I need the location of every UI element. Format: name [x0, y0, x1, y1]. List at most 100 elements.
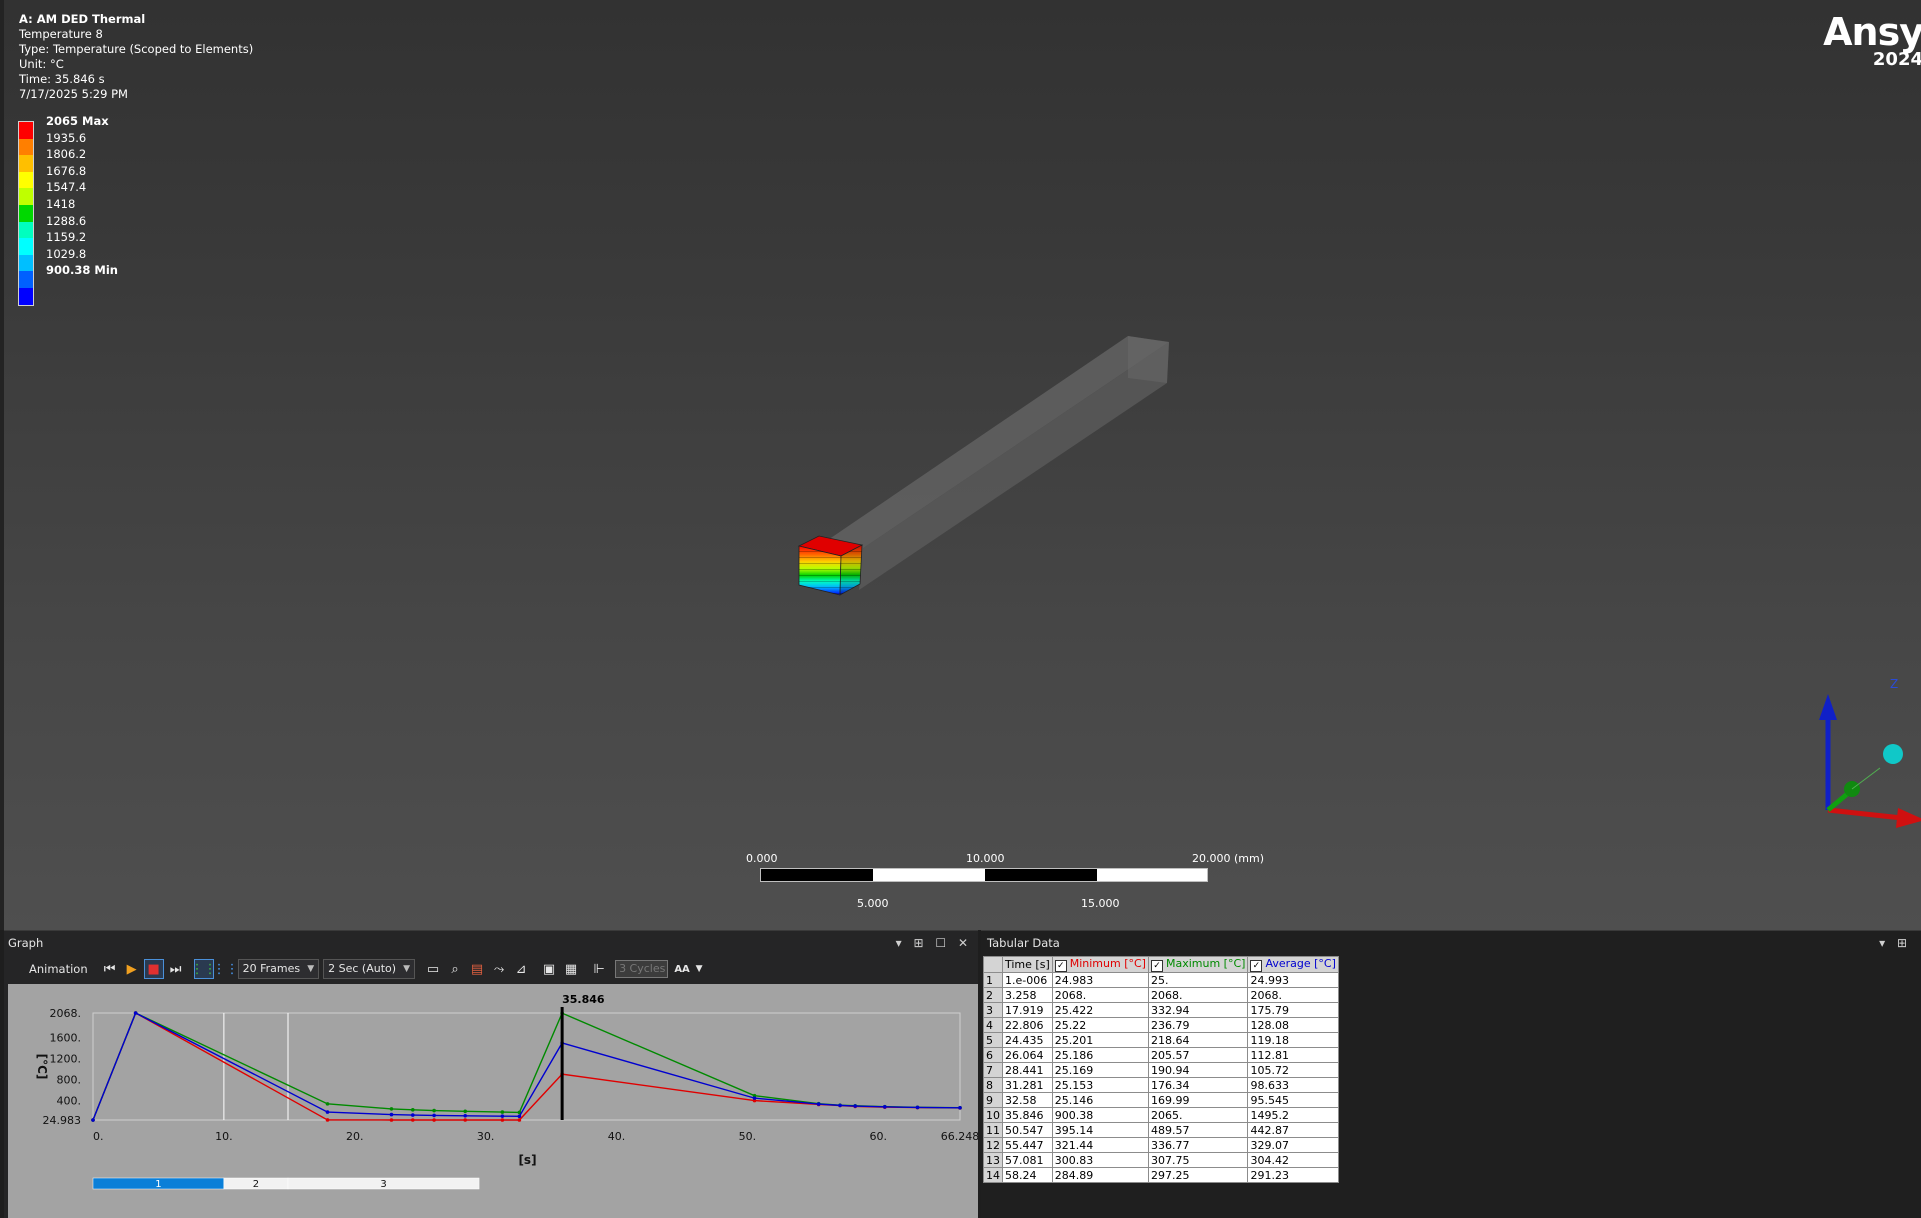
table-row[interactable]: 9 32.58 25.146 169.99 95.545 [983, 1092, 1339, 1108]
table-row[interactable]: 8 31.281 25.153 176.34 98.633 [983, 1077, 1339, 1093]
table-cell[interactable]: 205.57 [1147, 1047, 1249, 1063]
table-cell[interactable]: 26.064 [1002, 1047, 1053, 1063]
table-cell[interactable]: 112.81 [1247, 1047, 1339, 1063]
antialias-label[interactable]: AA [672, 959, 692, 979]
duration-dropdown[interactable]: 2 Sec (Auto) ▼ [323, 959, 416, 979]
checkbox-checked-icon[interactable]: ✓ [1150, 960, 1163, 972]
cycles-toggle-icon[interactable]: ⊩ [589, 959, 609, 979]
table-row[interactable]: 5 24.435 25.201 218.64 119.18 [983, 1032, 1339, 1048]
table-cell[interactable]: 329.07 [1247, 1137, 1339, 1153]
table-cell[interactable]: 336.77 [1147, 1137, 1249, 1153]
table-cell[interactable]: 3.258 [1002, 987, 1053, 1003]
tabular-data-grid[interactable]: Time [s] ✓ Minimum [°C] ✓ Maximum [°C] ✓ Av… [983, 956, 1339, 1183]
table-row[interactable]: 10 35.846 900.38 2065. 1495.2 [983, 1107, 1339, 1123]
table-cell[interactable]: 22.806 [1002, 1017, 1053, 1033]
table-cell[interactable]: 25. [1147, 972, 1249, 988]
coordinate-triad[interactable]: Z [1812, 672, 1921, 832]
column-header-minimum[interactable]: ✓ Minimum [°C] [1051, 956, 1149, 973]
table-row[interactable]: 14 58.24 284.89 297.25 291.23 [983, 1167, 1339, 1183]
result-sets-icon[interactable]: ⋮⋮ [213, 959, 239, 979]
table-cell[interactable]: 176.34 [1147, 1077, 1249, 1093]
table-cell[interactable]: 25.186 [1051, 1047, 1149, 1063]
cycles-field[interactable]: 3 Cycles [615, 960, 669, 978]
checkbox-checked-icon[interactable]: ✓ [1054, 960, 1067, 972]
chart-probe-icon[interactable]: ⊿ [511, 959, 531, 979]
table-cell[interactable]: 900.38 [1051, 1107, 1149, 1123]
table-cell[interactable]: 28.441 [1002, 1062, 1053, 1078]
table-cell[interactable]: 2065. [1147, 1107, 1249, 1123]
panel-pin-icon[interactable]: ⊞ [913, 936, 923, 950]
table-row[interactable]: 13 57.081 300.83 307.75 304.42 [983, 1152, 1339, 1168]
export-video-icon[interactable]: ▭ [423, 959, 443, 979]
table-cell[interactable]: 307.75 [1147, 1152, 1249, 1168]
table-cell[interactable]: 332.94 [1147, 1002, 1249, 1018]
table-cell[interactable]: 395.14 [1051, 1122, 1149, 1138]
play-icon[interactable]: ▶ [122, 959, 142, 979]
table-cell[interactable]: 24.983 [1051, 972, 1149, 988]
first-frame-icon[interactable]: ⏮ [100, 959, 120, 979]
graphics-viewport[interactable]: A: AM DED Thermal Temperature 8 Type: Te… [4, 0, 1921, 930]
panel-close-icon[interactable]: ✕ [958, 936, 968, 950]
zoom-to-fit-icon[interactable]: ⌕ [445, 959, 465, 979]
column-header-average[interactable]: ✓ Average [°C] [1247, 956, 1339, 973]
table-cell[interactable]: 25.169 [1051, 1062, 1149, 1078]
table-cell[interactable]: 119.18 [1247, 1032, 1339, 1048]
table-row[interactable]: 6 26.064 25.186 205.57 112.81 [983, 1047, 1339, 1063]
model-geometry[interactable] [4, 0, 1921, 930]
image-copy-icon[interactable]: ▣ [539, 959, 559, 979]
table-row[interactable]: 1 1.e-006 24.983 25. 24.993 [983, 972, 1339, 988]
table-row[interactable]: 2 3.258 2068. 2068. 2068. [983, 987, 1339, 1003]
table-cell[interactable]: 25.146 [1051, 1092, 1149, 1108]
table-cell[interactable]: 2068. [1147, 987, 1249, 1003]
table-cell[interactable]: 304.42 [1247, 1152, 1339, 1168]
table-cell[interactable]: 218.64 [1147, 1032, 1249, 1048]
table-cell[interactable]: 236.79 [1147, 1017, 1249, 1033]
table-row[interactable]: 4 22.806 25.22 236.79 128.08 [983, 1017, 1339, 1033]
column-header-maximum[interactable]: ✓ Maximum [°C] [1147, 956, 1249, 973]
panel-menu-dropdown-icon[interactable]: ▾ [896, 936, 902, 950]
table-cell[interactable]: 2068. [1247, 987, 1339, 1003]
table-cell[interactable]: 50.547 [1002, 1122, 1053, 1138]
table-cell[interactable]: 105.72 [1247, 1062, 1339, 1078]
table-cell[interactable]: 291.23 [1247, 1167, 1339, 1183]
curve-fit-icon[interactable]: ⤳ [489, 959, 509, 979]
panel-maximize-icon[interactable]: ☐ [935, 936, 946, 950]
table-cell[interactable]: 489.57 [1147, 1122, 1249, 1138]
column-header-time[interactable]: Time [s] [1002, 956, 1053, 973]
time-history-chart[interactable]: 24.983 400. 800. 1200. 1600. 2068. 0. 10. 20. 30.… [4, 982, 978, 1218]
stop-icon[interactable]: ■ [143, 959, 164, 979]
table-cell[interactable]: 169.99 [1147, 1092, 1249, 1108]
legend-toggle-icon[interactable]: ▤ [467, 959, 487, 979]
table-cell[interactable]: 300.83 [1051, 1152, 1149, 1168]
table-cell[interactable]: 284.89 [1051, 1167, 1149, 1183]
panel-pin-icon[interactable]: ⊞ [1897, 936, 1907, 950]
frames-dropdown[interactable]: 20 Frames ▼ [237, 959, 320, 979]
table-cell[interactable]: 58.24 [1002, 1167, 1053, 1183]
table-cell[interactable]: 95.545 [1247, 1092, 1339, 1108]
table-cell[interactable]: 128.08 [1247, 1017, 1339, 1033]
table-cell[interactable]: 2068. [1051, 987, 1149, 1003]
table-cell[interactable]: 1495.2 [1247, 1107, 1339, 1123]
table-row[interactable]: 3 17.919 25.422 332.94 175.79 [983, 1002, 1339, 1018]
table-cell[interactable]: 25.422 [1051, 1002, 1149, 1018]
distributed-frames-icon[interactable]: ⋮⋮ [191, 959, 217, 979]
last-frame-icon[interactable]: ⏭ [166, 959, 186, 979]
table-cell[interactable]: 175.79 [1247, 1002, 1339, 1018]
table-cell[interactable]: 25.201 [1051, 1032, 1149, 1048]
panel-menu-dropdown-icon[interactable]: ▾ [1879, 936, 1885, 950]
table-cell[interactable]: 31.281 [1002, 1077, 1053, 1093]
table-cell[interactable]: 25.153 [1051, 1077, 1149, 1093]
table-cell[interactable]: 297.25 [1147, 1167, 1249, 1183]
table-cell[interactable]: 17.919 [1002, 1002, 1053, 1018]
table-cell[interactable]: 25.22 [1051, 1017, 1149, 1033]
table-cell[interactable]: 24.993 [1247, 972, 1339, 988]
isometric-view-ball-icon[interactable] [1883, 744, 1903, 764]
chevron-down-icon[interactable]: ▼ [694, 959, 704, 979]
table-cell[interactable]: 1.e-006 [1002, 972, 1053, 988]
table-row[interactable]: 11 50.547 395.14 489.57 442.87 [983, 1122, 1339, 1138]
table-cell[interactable]: 35.846 [1002, 1107, 1053, 1123]
table-row[interactable]: 7 28.441 25.169 190.94 105.72 [983, 1062, 1339, 1078]
table-row[interactable]: 12 55.447 321.44 336.77 329.07 [983, 1137, 1339, 1153]
table-cell[interactable]: 98.633 [1247, 1077, 1339, 1093]
image-save-icon[interactable]: ▦ [561, 959, 581, 979]
